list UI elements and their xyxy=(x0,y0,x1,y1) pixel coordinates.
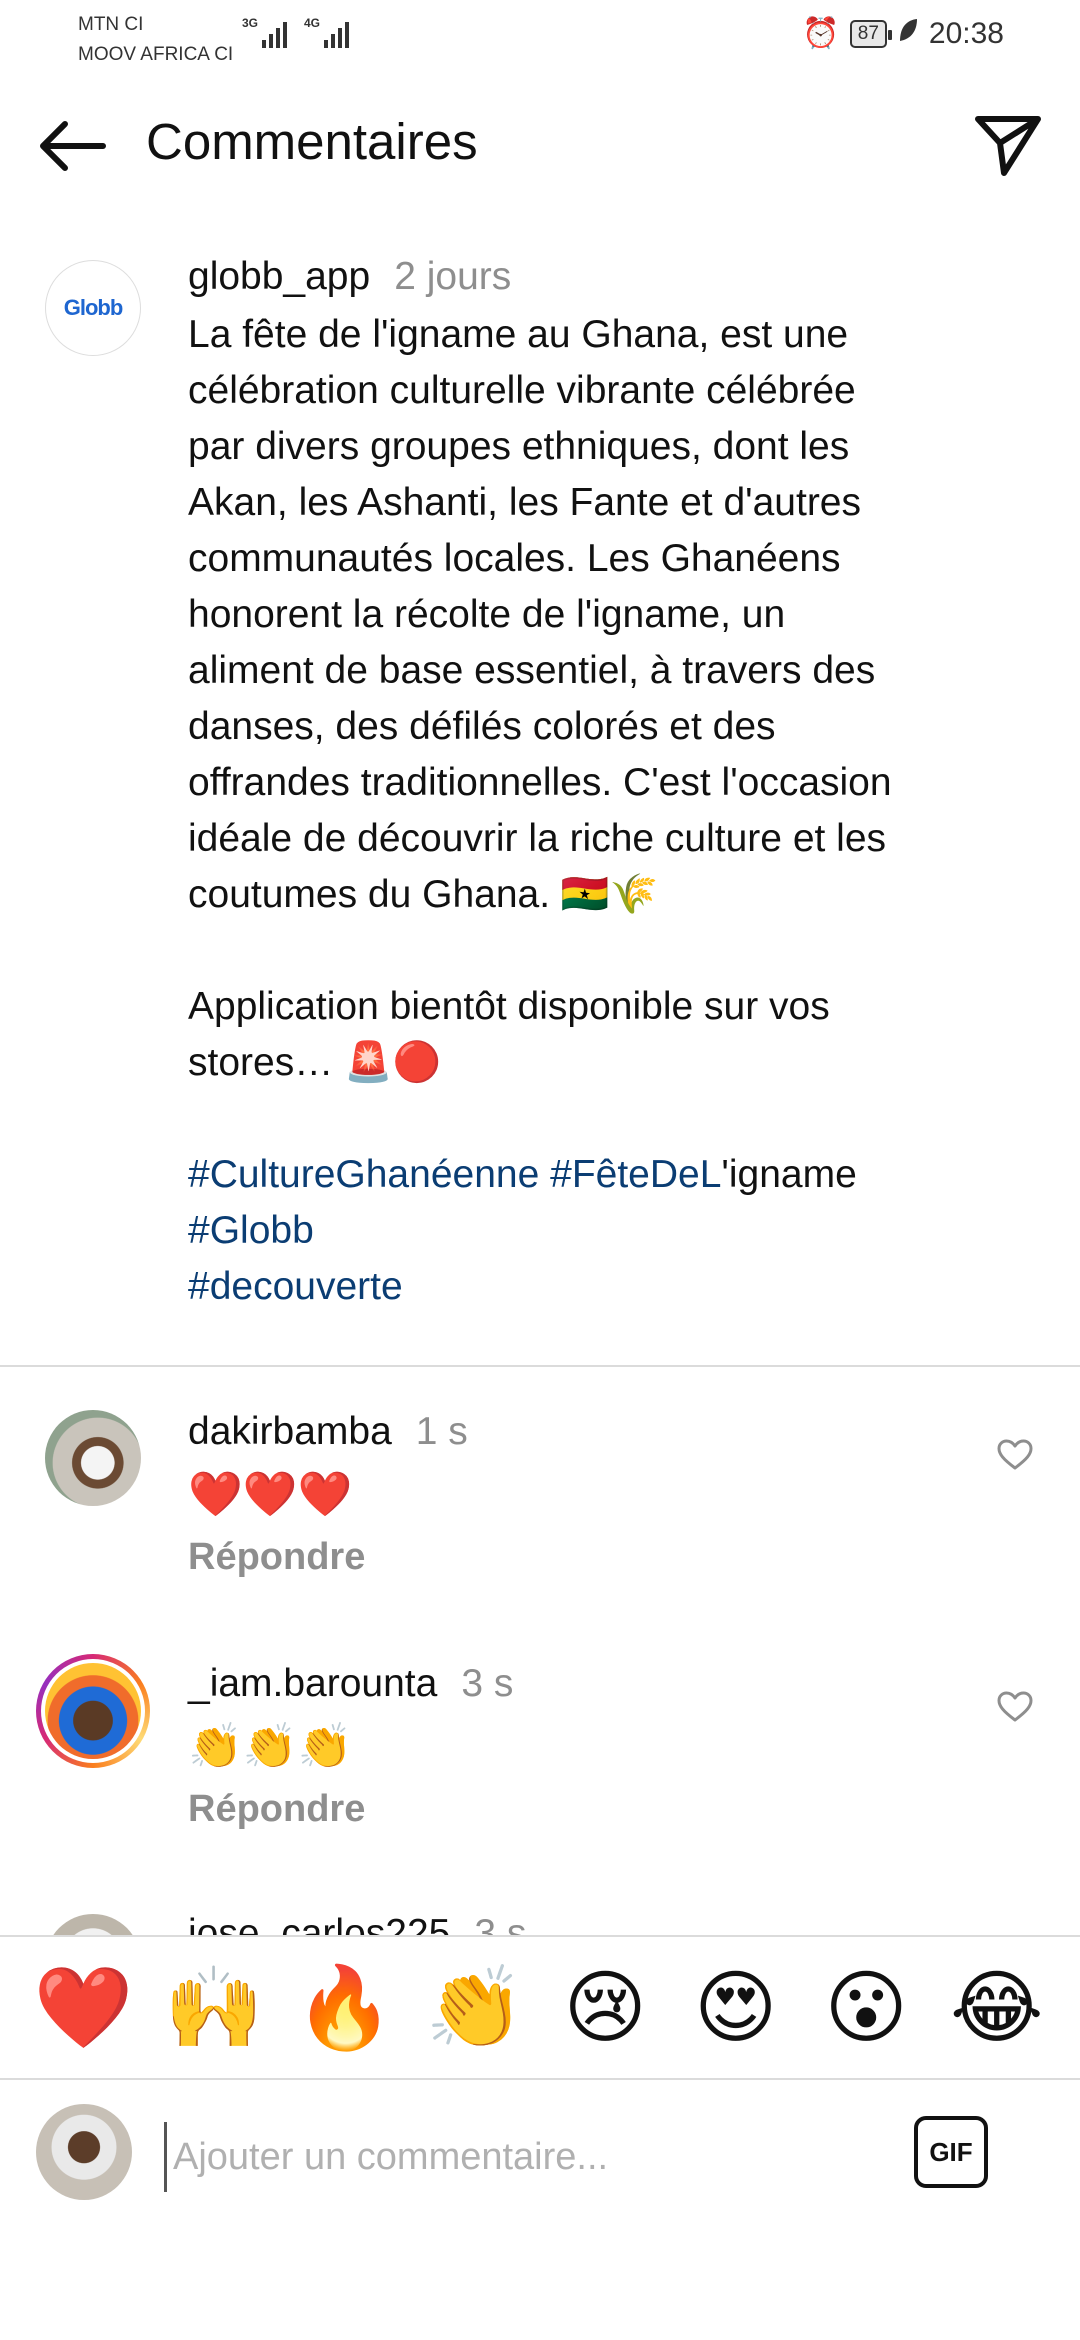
hashtag[interactable]: #decouverte xyxy=(188,1265,403,1308)
signal-icon-2: 4G xyxy=(304,16,349,48)
username[interactable]: jose_carlos225 xyxy=(188,1912,450,1936)
hashtag[interactable]: #FêteDeL xyxy=(550,1153,721,1196)
like-button[interactable] xyxy=(990,1430,1040,1480)
timestamp: 2 jours xyxy=(394,255,512,298)
leaf-icon xyxy=(897,17,919,51)
status-bar: MTN CI MOOV AFRICA CI 3G 4G ⏰ 87 20:38 xyxy=(0,0,1080,78)
quick-reactions: ❤️ 🙌 🔥 👏 😢 😍 😮 😂 xyxy=(0,1935,1080,2080)
battery-icon: 87 xyxy=(849,19,893,48)
reaction-heart-eyes[interactable]: 😍 xyxy=(681,1958,791,2058)
reaction-surprised[interactable]: 😮 xyxy=(811,1958,921,2058)
heart-outline-icon xyxy=(997,1439,1033,1470)
caption-header: globb_app 2 jours xyxy=(188,255,511,299)
username[interactable]: _iam.barounta xyxy=(188,1662,437,1705)
comment-item: dakirbamba 1 s ❤️❤️❤️ Répondre xyxy=(0,1410,1080,1660)
heart-outline-icon xyxy=(997,1691,1033,1722)
reaction-crying[interactable]: 😢 xyxy=(550,1958,660,2058)
arrow-left-icon xyxy=(40,121,106,171)
comment-input[interactable] xyxy=(164,2122,864,2192)
clock: 20:38 xyxy=(928,16,1004,50)
alarm-icon: ⏰ xyxy=(802,17,840,50)
comment-text: 👏👏👏 xyxy=(188,1722,353,1771)
hashtag-suffix: 'igname xyxy=(721,1153,857,1196)
hashtag[interactable]: #Globb xyxy=(188,1209,314,1252)
like-button[interactable] xyxy=(990,1682,1040,1732)
timestamp: 1 s xyxy=(415,1410,468,1453)
reaction-clap[interactable]: 👏 xyxy=(420,1958,530,2058)
share-button[interactable] xyxy=(972,110,1044,182)
carrier-1: MTN CI xyxy=(78,14,144,35)
caption-text: La fête de l'igname au Ghana, est une cé… xyxy=(188,307,978,1315)
avatar xyxy=(36,2104,132,2200)
page-title: Commentaires xyxy=(146,113,478,170)
comment-item: jose_carlos225 3 s xyxy=(0,1908,1080,1936)
reaction-laughing[interactable]: 😂 xyxy=(942,1958,1052,2058)
back-button[interactable] xyxy=(34,114,110,178)
comment-text: ❤️❤️❤️ xyxy=(188,1470,353,1519)
avatar[interactable] xyxy=(45,1410,141,1506)
reply-button[interactable]: Répondre xyxy=(188,1536,365,1579)
status-right: ⏰ 87 20:38 xyxy=(802,16,1004,51)
comment-item: _iam.barounta 3 s 👏👏👏 Répondre xyxy=(0,1654,1080,1912)
comment-header: _iam.barounta 3 s xyxy=(188,1662,513,1706)
avatar[interactable] xyxy=(45,1663,141,1759)
caption-body: La fête de l'igname au Ghana, est une cé… xyxy=(188,313,892,1084)
paper-plane-icon xyxy=(975,116,1041,176)
avatar[interactable] xyxy=(45,1914,141,1936)
globb-logo: Globb xyxy=(63,295,124,320)
carrier-info: MTN CI MOOV AFRICA CI xyxy=(78,10,233,70)
comment-header: jose_carlos225 3 s xyxy=(188,1912,526,1936)
timestamp: 3 s xyxy=(461,1662,514,1705)
hashtag[interactable]: #CultureGhanéenne xyxy=(188,1153,539,1196)
avatar[interactable]: Globb xyxy=(45,260,141,356)
header: Commentaires xyxy=(0,78,1080,208)
reaction-fire[interactable]: 🔥 xyxy=(289,1958,399,2058)
signal-icon-1: 3G xyxy=(242,16,287,48)
gif-button[interactable]: GIF xyxy=(914,2116,988,2188)
reaction-raising-hands[interactable]: 🙌 xyxy=(159,1958,269,2058)
reaction-heart[interactable]: ❤️ xyxy=(28,1958,138,2058)
username[interactable]: globb_app xyxy=(188,255,370,298)
carrier-2: MOOV AFRICA CI xyxy=(78,44,234,65)
timestamp: 3 s xyxy=(474,1912,527,1936)
comment-header: dakirbamba 1 s xyxy=(188,1410,468,1454)
comment-composer: GIF xyxy=(0,2082,1080,2222)
divider xyxy=(0,1365,1080,1367)
username[interactable]: dakirbamba xyxy=(188,1410,392,1453)
reply-button[interactable]: Répondre xyxy=(188,1788,365,1831)
